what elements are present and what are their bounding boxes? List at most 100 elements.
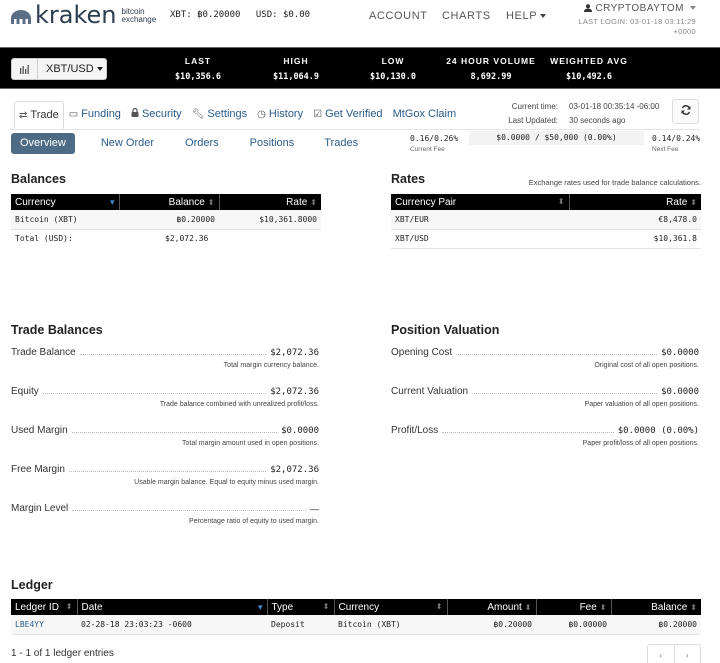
current-fee: 0.16/0.26% Current Fee <box>410 134 458 153</box>
item-label: Margin Level <box>11 503 69 514</box>
col-currency[interactable]: Currency ▾ <box>11 194 120 210</box>
header-label: Type <box>271 601 294 613</box>
col-currency-pair[interactable]: Currency Pair ⬍ <box>391 194 570 210</box>
subnav-positions[interactable]: Positions <box>250 137 295 149</box>
tab-mtgox-claim[interactable]: MtGox Claim <box>388 101 462 129</box>
col-ledger-id[interactable]: Ledger ID ⬍ <box>11 599 78 615</box>
col-date[interactable]: Date ▾ <box>77 599 268 615</box>
subnav-new-order[interactable]: New Order <box>101 137 154 149</box>
item-label: Used Margin <box>11 425 68 436</box>
logo-wordmark: kraken <box>35 1 117 29</box>
dot-leader <box>68 471 267 472</box>
stat-value: $11,064.9 <box>272 72 320 82</box>
cell-amount: ฿0.20000 <box>447 615 536 635</box>
clock-icon: ◷ <box>257 109 266 120</box>
stat-value: $10,356.6 <box>174 72 222 82</box>
equity-item: Equity $2,072.36 Trade balance combined w… <box>11 383 319 408</box>
sort-icon: ⬍ <box>599 602 607 612</box>
table-row: Bitcoin (XBT) ฿0.20000 $10,361.8000 <box>11 210 321 230</box>
item-label: Trade Balance <box>11 347 76 358</box>
trade-subnav: Overview New Order Orders Positions Trad… <box>11 132 358 154</box>
sort-icon: ⬍ <box>690 197 697 207</box>
sort-icon: ⬍ <box>207 197 215 207</box>
tab-label: Settings <box>207 108 248 120</box>
tab-label: Get Verified <box>325 108 383 120</box>
tab-settings[interactable]: 🔧︎ Settings <box>187 101 252 129</box>
tab-trade[interactable]: ⇄ Trade <box>14 101 64 129</box>
refresh-button[interactable] <box>672 99 699 124</box>
kraken-logo[interactable]: kraken bitcoin exchange <box>10 1 156 29</box>
pair-value: XBT/USD <box>46 63 94 75</box>
item-value: $2,072.36 <box>270 348 319 358</box>
nav-charts[interactable]: CHARTS <box>442 10 491 22</box>
col-amount[interactable]: Amount ⬍ <box>447 599 537 615</box>
subnav-trades[interactable]: Trades <box>324 137 358 149</box>
stat-value: 8,692.99 <box>470 72 512 82</box>
sort-icon: ⬍ <box>65 601 73 611</box>
chevron-down-icon <box>96 67 103 72</box>
cell-currency: Bitcoin (XBT) <box>11 210 119 230</box>
table-row: XBT/EUR €8,478.0 <box>391 210 701 230</box>
cell-rate: €8,478.0 <box>569 210 701 230</box>
cell-ledger-id[interactable]: LBE4YY <box>11 615 77 635</box>
header-label: Rate <box>286 196 308 208</box>
tab-security[interactable]: Security <box>126 101 187 129</box>
header-label: Balance <box>651 601 688 613</box>
item-label: Opening Cost <box>391 347 453 358</box>
trade-balances-title: Trade Balances <box>11 323 103 337</box>
dot-leader <box>71 432 278 433</box>
free-margin-item: Free Margin $2,072.36 Usable margin balan… <box>11 461 319 486</box>
item-description: Paper profit/loss of all open positions. <box>582 440 699 447</box>
refresh-icon <box>681 105 691 118</box>
stat-label: 24 HOUR VOLUME <box>446 56 536 66</box>
next-fee: 0.14/0.24% Next Fee <box>652 134 700 153</box>
subnav-overview[interactable]: Overview <box>11 132 75 154</box>
last-login-date: LAST LOGIN: 03-01-18 03:11:29 <box>578 17 696 26</box>
item-value: $2,072.36 <box>270 465 319 475</box>
col-rate[interactable]: Rate ⬍ <box>569 194 701 210</box>
bar-chart-icon[interactable] <box>12 59 38 79</box>
last-login-tz: +0000 <box>673 27 696 36</box>
chevron-down-icon <box>540 14 547 19</box>
last-updated-label: Last Updated: <box>508 116 558 125</box>
col-balance[interactable]: Balance ⬍ <box>611 599 701 615</box>
next-page-button[interactable]: › <box>675 645 701 663</box>
stat-last: LAST $10,356.6 <box>172 56 224 82</box>
col-type[interactable]: Type ⬍ <box>267 599 335 615</box>
col-rate[interactable]: Rate ⬍ <box>219 194 321 210</box>
tab-funding[interactable]: ▭ Funding <box>64 101 126 129</box>
table-row: LBE4YY 02-28-18 23:03:23 -0600 Deposit B… <box>11 615 701 635</box>
cell-balance: ฿0.20000 <box>119 210 219 230</box>
item-value: — <box>310 504 319 514</box>
subnav-orders[interactable]: Orders <box>185 137 219 149</box>
last-login: LAST LOGIN: 03-01-18 03:11:29 +0000 <box>578 17 696 37</box>
pair-selector[interactable]: XBT/USD <box>11 58 107 80</box>
cell-pair: XBT/USD <box>391 229 569 249</box>
tab-get-verified[interactable]: ☑ Get Verified <box>308 101 387 129</box>
prev-page-button[interactable]: ‹ <box>648 645 675 663</box>
item-description: Paper valuation of all open positions. <box>584 401 699 408</box>
nav-help[interactable]: HELP <box>506 10 547 22</box>
cell-rate: $10,361.8000 <box>219 210 321 230</box>
nav-account[interactable]: ACCOUNT <box>369 10 428 22</box>
col-fee[interactable]: Fee ⬍ <box>536 599 612 615</box>
cell-rate: $10,361.8 <box>569 229 701 249</box>
total-row: Total (USD): $2,072.36 <box>11 229 321 248</box>
sort-icon: ⬍ <box>557 196 565 206</box>
rates-note: Exchange rates used for trade balance ca… <box>528 178 701 187</box>
margin-level-item: Margin Level — Percentage ratio of equity… <box>11 500 319 525</box>
next-fee-value: 0.14/0.24% <box>652 134 701 143</box>
user-menu[interactable]: CRYPTOBAYTOM <box>584 3 696 14</box>
col-balance[interactable]: Balance ⬍ <box>119 194 220 210</box>
item-description: Total margin currency balance. <box>223 362 319 369</box>
sort-desc-icon: ▾ <box>109 196 115 207</box>
header-label: Amount <box>487 601 522 613</box>
item-value: $0.0000 <box>281 426 319 436</box>
main-tabs: ⇄ Trade ▭ Funding Security 🔧︎ Settings ◷ His… <box>14 101 461 129</box>
tab-history[interactable]: ◷ History <box>252 101 308 129</box>
col-currency[interactable]: Currency ⬍ <box>334 599 448 615</box>
dot-leader <box>472 393 658 394</box>
stat-label: LOW <box>381 56 405 66</box>
header-label: Currency Pair <box>395 196 457 208</box>
tab-label: Funding <box>81 108 121 120</box>
